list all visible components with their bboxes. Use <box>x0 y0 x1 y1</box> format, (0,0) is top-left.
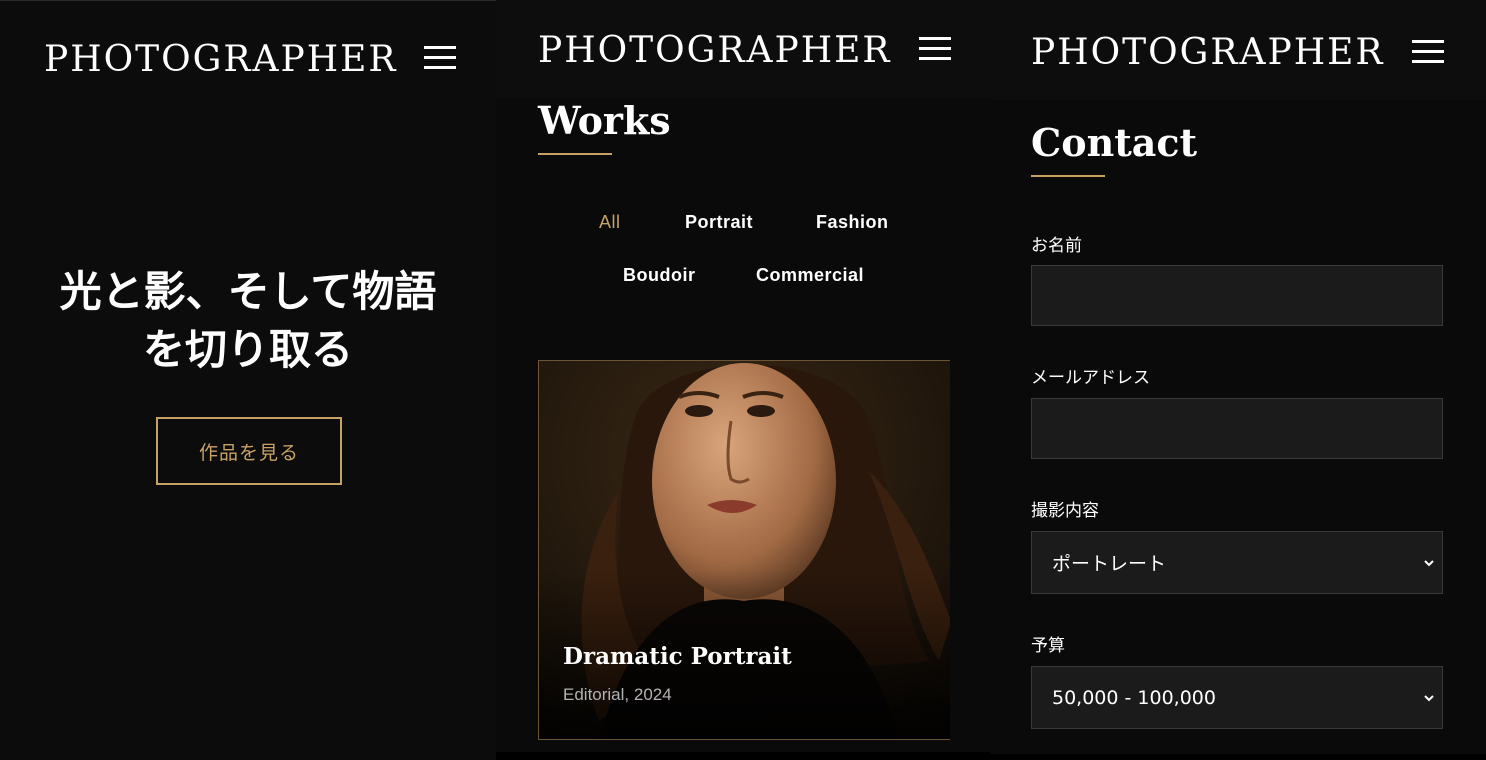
site-logo[interactable]: PHOTOGRAPHER <box>538 30 892 71</box>
budget-select[interactable]: 50,000 - 100,000 <box>1031 666 1443 729</box>
hamburger-menu-icon[interactable] <box>1412 40 1444 64</box>
shoot-type-value: ポートレート <box>1052 553 1167 575</box>
work-card[interactable]: Dramatic Portrait Editorial, 2024 <box>538 360 950 740</box>
filter-portrait[interactable]: Portrait <box>685 212 753 233</box>
filter-all[interactable]: All <box>599 212 621 233</box>
title-underline <box>1031 175 1105 177</box>
hero-screen: PHOTOGRAPHER 光と影、そして物語 を切り取る 作品を見る <box>0 0 496 760</box>
works-section-title: Works <box>538 98 671 143</box>
chevron-down-icon <box>1424 560 1434 567</box>
hero-title-line-2: を切り取る <box>142 325 353 374</box>
budget-label: 予算 <box>1031 636 1065 656</box>
shoot-type-label: 撮影内容 <box>1031 501 1099 521</box>
chevron-down-icon <box>1424 695 1434 702</box>
budget-value: 50,000 - 100,000 <box>1052 686 1216 709</box>
title-underline <box>538 153 612 155</box>
site-logo[interactable]: PHOTOGRAPHER <box>1031 32 1385 73</box>
site-logo[interactable]: PHOTOGRAPHER <box>44 39 398 80</box>
contact-screen: PHOTOGRAPHER Contact お名前 メールアドレス 撮影内容 ポー… <box>990 0 1486 754</box>
name-label: お名前 <box>1031 236 1082 256</box>
hamburger-menu-icon[interactable] <box>424 46 456 70</box>
email-label: メールアドレス <box>1031 368 1150 388</box>
work-card-subtitle: Editorial, 2024 <box>563 685 672 704</box>
filter-boudoir[interactable]: Boudoir <box>623 265 696 286</box>
works-screen: PHOTOGRAPHER Works All Portrait Fashion … <box>496 0 990 752</box>
filter-fashion[interactable]: Fashion <box>816 212 889 233</box>
hamburger-menu-icon[interactable] <box>919 37 951 61</box>
work-card-title: Dramatic Portrait <box>563 643 792 670</box>
email-field[interactable] <box>1031 398 1443 459</box>
shoot-type-select[interactable]: ポートレート <box>1031 531 1443 594</box>
view-works-button[interactable]: 作品を見る <box>156 417 342 485</box>
hero-title: 光と影、そして物語 を切り取る <box>0 263 496 379</box>
contact-section-title: Contact <box>1031 120 1198 165</box>
filter-commercial[interactable]: Commercial <box>756 265 864 286</box>
name-field[interactable] <box>1031 265 1443 326</box>
hero-title-line-1: 光と影、そして物語 <box>59 267 437 316</box>
portrait-photo <box>539 361 950 739</box>
